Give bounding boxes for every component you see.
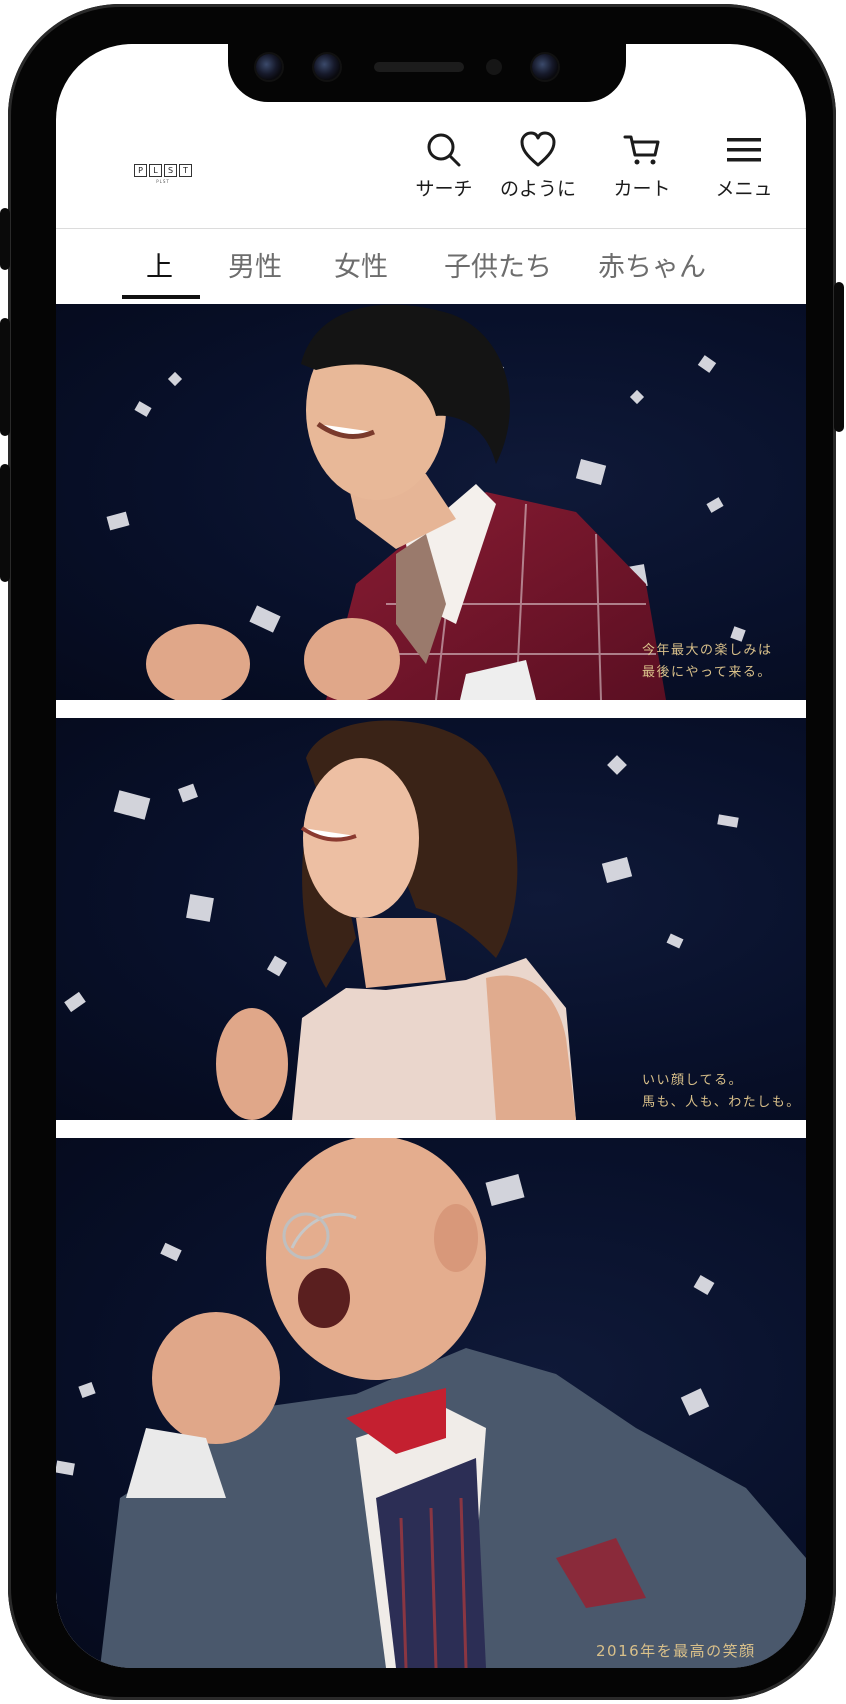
banner-2-caption: いい顔してる。 馬も、人も、わたしも。 <box>642 1070 801 1114</box>
logo-letter: P <box>134 164 147 177</box>
caption-line: いい顔してる。 <box>642 1073 744 1088</box>
tab-women[interactable]: 女性 <box>334 245 388 284</box>
menu-button[interactable]: メニュ <box>696 130 792 201</box>
tab-men[interactable]: 男性 <box>228 245 282 284</box>
category-tabs: 上 男性 女性 子供たち 赤ちゃん <box>56 228 806 301</box>
logo-letter: T <box>179 164 192 177</box>
favorites-label: のように <box>499 178 576 200</box>
camera-notch <box>228 44 626 102</box>
active-tab-indicator <box>122 295 200 299</box>
search-label: サーチ <box>415 178 473 200</box>
cart-icon <box>623 135 660 165</box>
caption-line: 最後にやって来る。 <box>642 665 772 680</box>
power-button <box>834 282 844 432</box>
smiling-woman-photo <box>216 720 576 1120</box>
tab-top[interactable]: 上 <box>146 245 173 284</box>
tab-baby[interactable]: 赤ちゃん <box>598 245 706 284</box>
search-icon <box>427 133 461 167</box>
front-camera <box>314 54 340 80</box>
caption-line: 2016年を最高の笑顔 <box>596 1642 756 1660</box>
earpiece-speaker <box>374 62 464 72</box>
search-button[interactable]: サーチ <box>396 130 492 201</box>
campaign-banner-2[interactable]: いい顔してる。 馬も、人も、わたしも。 <box>56 718 806 1120</box>
volume-up-button <box>0 318 10 436</box>
logo-subtext: PLST <box>156 179 170 184</box>
app-header: P L S T PLST サーチ のように カート メニュ <box>56 120 806 228</box>
heart-icon <box>520 131 556 167</box>
plst-logo[interactable]: P L S T PLST <box>134 164 192 184</box>
logo-letter: L <box>149 164 162 177</box>
cart-label: カート <box>613 178 671 200</box>
campaign-banner-3[interactable]: 2016年を最高の笑顔 <box>56 1138 806 1668</box>
phone-frame: P L S T PLST サーチ のように カート メニュ 上 男性 女性 子供… <box>0 4 844 1700</box>
logo-letter: S <box>164 164 177 177</box>
silent-switch <box>0 208 10 270</box>
screen: P L S T PLST サーチ のように カート メニュ 上 男性 女性 子供… <box>56 44 806 1668</box>
menu-label: メニュ <box>715 178 773 200</box>
proximity-sensor <box>486 59 502 75</box>
front-camera <box>256 54 282 80</box>
campaign-banner-1[interactable]: 今年最大の楽しみは 最後にやって来る。 <box>56 304 806 700</box>
front-camera <box>532 54 558 80</box>
cart-button[interactable]: カート <box>594 130 690 201</box>
hamburger-menu-icon <box>727 138 761 162</box>
tab-kids[interactable]: 子供たち <box>444 245 552 284</box>
caption-line: 馬も、人も、わたしも。 <box>642 1095 801 1110</box>
volume-down-button <box>0 464 10 582</box>
banner-3-caption: 2016年を最高の笑顔 <box>596 1640 756 1662</box>
banner-1-caption: 今年最大の楽しみは 最後にやって来る。 <box>642 640 773 684</box>
favorites-button[interactable]: のように <box>490 130 586 201</box>
laughing-older-man-photo <box>100 1138 806 1668</box>
caption-line: 今年最大の楽しみは <box>642 643 773 658</box>
